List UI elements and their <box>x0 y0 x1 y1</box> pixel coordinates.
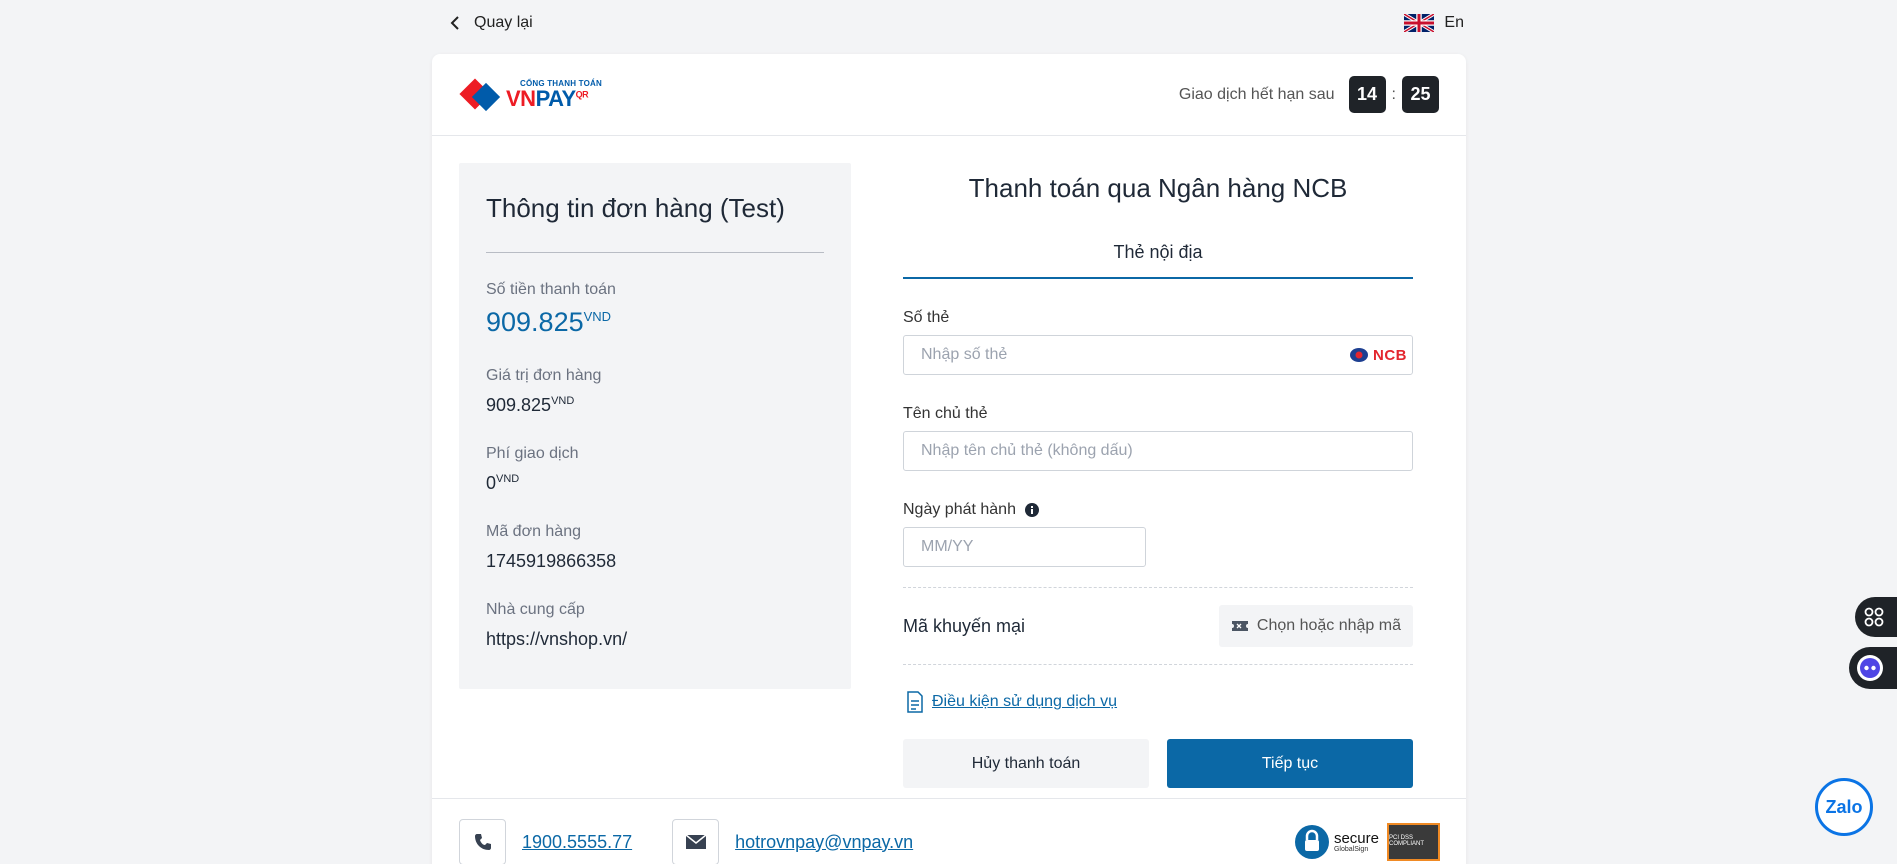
action-buttons: Hủy thanh toán Tiếp tục <box>903 739 1413 788</box>
language-switch[interactable]: En <box>1404 14 1464 32</box>
tab-domestic-card[interactable]: Thẻ nội địa <box>903 242 1413 279</box>
logo-wordmark: VNPAYQR <box>506 85 589 111</box>
lock-icon <box>1294 825 1329 859</box>
issue-date-placeholder: MM/YY <box>921 538 974 555</box>
card-number-input[interactable]: Nhập số thẻ NCB <box>903 335 1413 375</box>
issue-date-label: Ngày phát hành <box>903 501 1413 519</box>
payment-card: CỔNG THANH TOÁN VNPAYQR Giao dịch hết hạ… <box>432 54 1466 864</box>
promo-label: Mã khuyến mại <box>903 615 1026 636</box>
promo-code-button[interactable]: Chọn hoặc nhập mã <box>1218 605 1413 647</box>
timer-label: Giao dịch hết hạn sau <box>1178 85 1335 103</box>
document-icon <box>907 691 923 713</box>
amount-value: 909.825VND <box>486 307 612 337</box>
ticket-icon <box>1231 621 1248 631</box>
card-holder-label: Tên chủ thẻ <box>903 405 988 422</box>
provider-value: https://vnshop.vn/ <box>486 629 628 649</box>
ncb-bank-logo: NCB <box>1349 347 1407 364</box>
order-value-label: Giá trị đơn hàng <box>486 367 602 384</box>
back-button[interactable]: Quay lại <box>450 14 533 32</box>
top-bar: Quay lại En <box>432 0 1466 46</box>
language-label: En <box>1444 14 1464 31</box>
back-label: Quay lại <box>474 14 533 31</box>
payment-form: Thanh toán qua Ngân hàng NCB Thẻ nội địa… <box>903 163 1413 788</box>
card-header: CỔNG THANH TOÁN VNPAYQR Giao dịch hết hạ… <box>432 54 1466 136</box>
mail-icon <box>685 834 707 849</box>
order-value: 909.825VND <box>486 395 575 415</box>
chatbot-button[interactable] <box>1849 647 1897 689</box>
vnpay-logo: CỔNG THANH TOÁN VNPAYQR <box>458 77 602 113</box>
cancel-payment-button[interactable]: Hủy thanh toán <box>903 739 1149 788</box>
info-icon[interactable] <box>1024 502 1040 518</box>
pci-dss-badge: PCI DSS COMPLIANT <box>1387 823 1440 861</box>
continue-button[interactable]: Tiếp tục <box>1167 739 1413 788</box>
provider-label: Nhà cung cấp <box>486 601 585 618</box>
card-number-label: Số thẻ <box>903 309 950 326</box>
chevron-left-icon <box>450 16 459 30</box>
phone-link[interactable]: 1900.5555.77 <box>459 819 632 864</box>
order-title: Thông tin đơn hàng (Test) <box>486 193 824 253</box>
order-info-panel: Thông tin đơn hàng (Test) Số tiền thanh … <box>459 163 851 689</box>
payment-title: Thanh toán qua Ngân hàng NCB <box>968 173 1348 203</box>
floating-menu-button[interactable] <box>1855 597 1897 637</box>
globalsign-badge: secure GlobalSign <box>1294 824 1379 860</box>
promo-row: Mã khuyến mại Chọn hoặc nhập mã <box>903 587 1413 665</box>
card-footer: 1900.5555.77 hotrovnpay@vnpay.vn secure … <box>432 798 1466 864</box>
timer-minutes: 14 <box>1348 76 1386 113</box>
security-badges: secure GlobalSign PCI DSS COMPLIANT <box>1294 823 1440 861</box>
grid-icon <box>1864 607 1884 627</box>
zalo-chat-button[interactable]: Zalo <box>1815 778 1873 836</box>
card-number-placeholder: Nhập số thẻ <box>921 346 1008 363</box>
fee-label: Phí giao dịch <box>486 445 579 462</box>
email-link[interactable]: hotrovnpay@vnpay.vn <box>672 819 913 864</box>
terms-link[interactable]: Điều kiện sử dụng dịch vụ <box>906 691 1413 713</box>
ncb-mark-icon <box>1350 348 1368 362</box>
order-id: 1745919866358 <box>486 551 617 571</box>
order-id-label: Mã đơn hàng <box>486 523 581 540</box>
vnpay-mark-icon <box>459 77 501 111</box>
phone-icon <box>474 834 491 850</box>
card-holder-input[interactable]: Nhập tên chủ thẻ (không dấu) <box>903 431 1413 471</box>
fee-value: 0VND <box>486 473 520 493</box>
timer-seconds: 25 <box>1402 76 1439 113</box>
bot-icon <box>1857 655 1883 681</box>
issue-date-input[interactable]: MM/YY <box>903 527 1146 567</box>
expiry-timer: Giao dịch hết hạn sau 14 : 25 <box>1179 76 1439 113</box>
uk-flag-icon <box>1404 14 1435 32</box>
timer-separator: : <box>1391 85 1396 103</box>
card-holder-placeholder: Nhập tên chủ thẻ (không dấu) <box>921 442 1133 459</box>
amount-label: Số tiền thanh toán <box>486 281 616 298</box>
